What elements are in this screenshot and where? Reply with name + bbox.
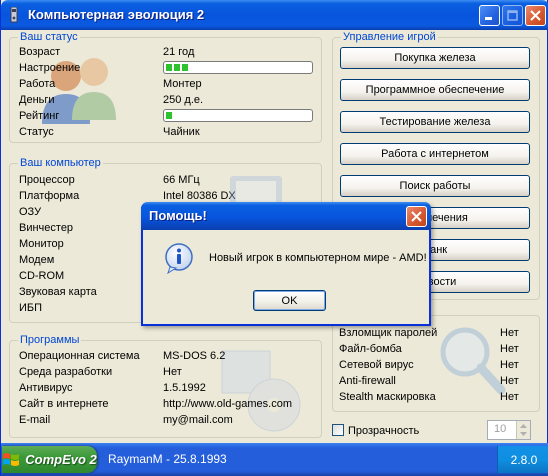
hacker-value-file-bomb: Нет [500,343,519,355]
status-label-money: Деньги [19,94,55,106]
status-label-age: Возраст [19,46,61,58]
close-icon [530,10,541,21]
buy-hardware-button[interactable]: Покупка железа [340,47,530,69]
transparency-checkbox[interactable] [332,424,344,436]
taskbar: CompEvo 2 RaymanM - 25.8.1993 2.8.0 [1,443,548,476]
dialog-message: Новый игрок в компьютерном мире - AMD! [209,252,427,264]
mood-progress [163,61,313,74]
rating-progress-fill [166,112,172,119]
status-label-job: Работа [19,78,56,90]
computer-label-ram: ОЗУ [19,206,42,218]
programs-value-email: my@mail.com [163,414,233,426]
rating-progress [163,109,313,122]
start-button-label: CompEvo 2 [25,452,97,467]
hacker-label-file-bomb: Файл-бомба [339,343,402,355]
computer-value-cpu: 66 МГц [163,174,200,186]
start-button[interactable]: CompEvo 2 [2,446,97,473]
computer-legend: Ваш компьютер [18,157,103,169]
transparency-spinner[interactable]: 10 [487,420,531,440]
app-icon [10,7,18,23]
hacker-label-stealth: Stealth маскировка [339,391,436,403]
hacker-label-password-cracker: Взломщик паролей [339,327,438,339]
mood-progress-fill [166,64,188,71]
minimize-icon [485,17,492,20]
dialog-title: Помощь! [149,208,207,223]
transparency-label[interactable]: Прозрачность [348,424,419,438]
hacker-value-stealth: Нет [500,391,519,403]
hacker-value-anti-firewall: Нет [500,375,519,387]
transparency-value: 10 [494,423,507,435]
programs-legend: Программы [18,334,82,346]
dialog-title-bar[interactable]: Помощь! [141,202,431,230]
computer-label-platform: Платформа [19,190,80,202]
maximize-button[interactable] [502,5,523,26]
window-title: Компьютерная эволюция 2 [28,7,205,22]
close-button[interactable] [525,5,546,26]
status-label-rank: Статус [19,126,54,138]
info-icon [165,243,193,274]
minimize-button[interactable] [479,5,500,26]
programs-label-email: E-mail [19,414,51,426]
hacker-label-network-virus: Сетевой вирус [339,359,414,371]
spinner-arrows-icon [520,424,527,436]
version-label: 2.8.0 [510,452,538,467]
title-bar[interactable]: Компьютерная эволюция 2 [1,0,548,30]
windows-flag-icon [3,452,20,466]
programs-label-ide: Среда разработки [19,366,113,378]
programs-label-antivirus: Антивирус [19,382,73,394]
status-value-money: 250 д.е. [163,94,204,106]
status-label-rating: Рейтинг [19,110,60,122]
computer-label-hdd: Винчестер [19,222,74,234]
programs-group: Программы Операционная система MS-DOS 6.… [9,334,322,438]
internet-work-button[interactable]: Работа с интернетом [340,143,530,165]
hacker-tools-group: Взломщик паролей Нет Файл-бомба Нет Сете… [332,315,540,412]
status-value-age: 21 год [163,46,195,58]
job-search-button[interactable]: Поиск работы [340,175,530,197]
close-icon [411,211,422,222]
taskbar-status: RaymanM - 25.8.1993 [108,452,227,466]
status-value-rank: Чайник [163,126,200,138]
computer-label-cdrom: CD-ROM [19,270,65,282]
main-window: Компьютерная эволюция 2 Ваш статус Возра… [0,0,548,476]
programs-value-ide: Нет [163,366,182,378]
hacker-value-network-virus: Нет [500,359,519,371]
computer-label-cpu: Процессор [19,174,75,186]
computer-label-ups: ИБП [19,302,43,314]
dialog-close-button[interactable] [406,206,427,227]
computer-label-soundcard: Звуковая карта [19,286,97,298]
status-group: Ваш статус Возраст 21 год Настроение Раб… [9,31,322,143]
programs-label-os: Операционная система [19,350,140,362]
help-dialog: Помощь! Новый игрок в компьютерном мире … [141,202,431,326]
programs-label-website: Сайт в интернете [19,398,109,410]
status-label-mood: Настроение [19,62,81,74]
hacker-label-anti-firewall: Anti-firewall [339,375,396,387]
programs-value-antivirus: 1.5.1992 [163,382,206,394]
ok-button[interactable]: OK [253,290,326,311]
programs-value-website: http://www.old-games.com [163,398,292,410]
computer-label-modem: Модем [19,254,55,266]
programs-value-os: MS-DOS 6.2 [163,350,226,362]
control-legend: Управление игрой [341,31,438,43]
status-value-job: Монтер [163,78,202,90]
software-button[interactable]: Программное обеспечение [340,79,530,101]
maximize-icon [507,10,518,21]
system-tray: 2.8.0 [497,446,548,473]
hacker-value-password-cracker: Нет [500,327,519,339]
computer-label-monitor: Монитор [19,238,64,250]
spinner-arrows[interactable] [516,421,530,439]
status-legend: Ваш статус [18,31,80,43]
hardware-test-button[interactable]: Тестирование железа [340,111,530,133]
